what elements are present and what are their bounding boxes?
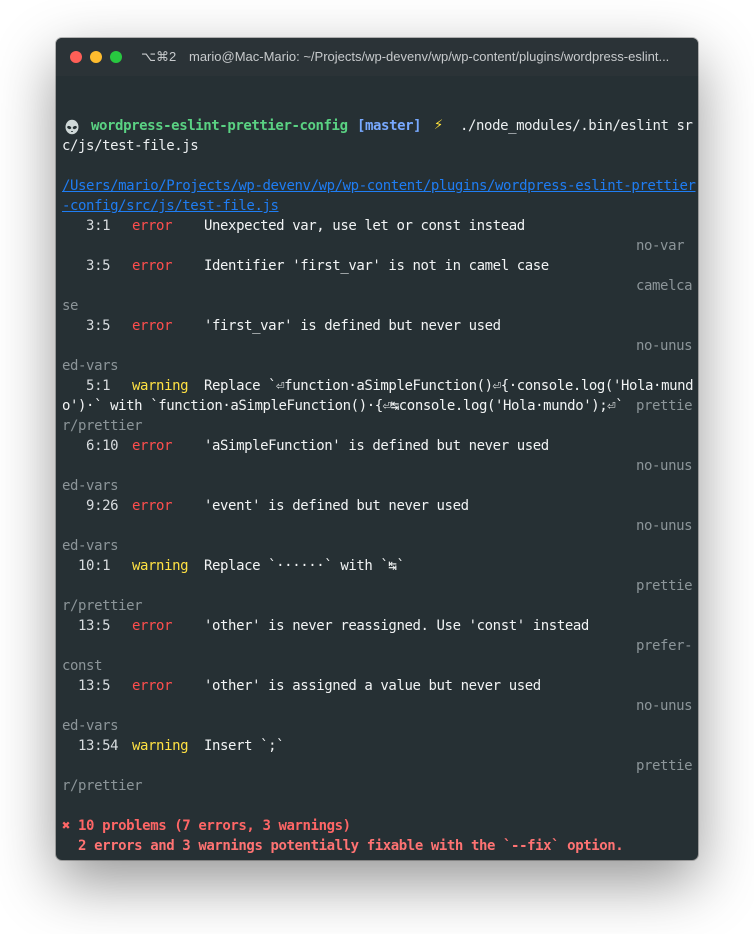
problem-message: 'event' is defined but never used — [204, 498, 469, 514]
prompt-branch: [master] — [357, 118, 422, 134]
problem-message: 'other' is assigned a value but never us… — [204, 678, 541, 694]
problem-position: 13:54 — [62, 738, 119, 754]
problem-rule: no-var — [636, 238, 685, 254]
fixable-note: 2 errors and 3 warnings potentially fixa… — [62, 838, 624, 854]
file-path-link[interactable]: /Users/mario/Projects/wp-devenv/wp/wp-co… — [62, 176, 696, 196]
problem-message: 'other' is never reassigned. Use 'const'… — [204, 618, 589, 634]
problem-rule: camelca — [636, 278, 693, 294]
problem-position: 3:1 — [62, 218, 111, 234]
close-window-button[interactable] — [70, 51, 82, 63]
problem-rule: prettie — [636, 398, 693, 414]
terminal-window: ⌥⌘2 mario@Mac-Mario: ~/Projects/wp-deven… — [56, 38, 698, 860]
problem-rule: prettie — [636, 578, 693, 594]
problem-message: Insert `;` — [204, 738, 285, 754]
lightning-icon: ⚡ — [434, 115, 444, 133]
window-shortcut: ⌥⌘2 — [141, 49, 177, 64]
problem-position: 13:5 — [62, 618, 111, 634]
problem-message: Replace `······` with `↹` — [204, 558, 405, 574]
problem-severity: warning — [132, 738, 189, 754]
summary-line: ✖ 10 problems (7 errors, 3 warnings) — [62, 818, 351, 834]
problem-message: 'aSimpleFunction' is defined but never u… — [204, 438, 549, 454]
problem-position: 5:1 — [62, 378, 111, 394]
problem-severity: error — [132, 438, 173, 454]
problem-message: Replace `⏎function·aSimpleFunction()⏎{·c… — [204, 378, 694, 394]
problem-rule: prefer- — [636, 638, 693, 654]
title-bar[interactable]: ⌥⌘2 mario@Mac-Mario: ~/Projects/wp-deven… — [56, 38, 698, 76]
prompt-project: wordpress-eslint-prettier-config — [91, 118, 348, 134]
problem-rule-wrap: ed-vars — [62, 358, 119, 374]
problem-rule-wrap: ed-vars — [62, 538, 119, 554]
window-title: mario@Mac-Mario: ~/Projects/wp-devenv/wp… — [189, 49, 670, 64]
problem-rule-wrap: const — [62, 658, 103, 674]
problem-severity: error — [132, 318, 173, 334]
problem-rule-wrap: ed-vars — [62, 478, 119, 494]
minimize-window-button[interactable] — [90, 51, 102, 63]
problem-message: Unexpected var, use let or const instead — [204, 218, 525, 234]
problem-severity: warning — [132, 378, 189, 394]
file-path-link-wrap[interactable]: -config/src/js/test-file.js — [62, 196, 279, 216]
problem-position: 3:5 — [62, 258, 111, 274]
problem-severity: error — [132, 258, 173, 274]
problem-severity: error — [132, 218, 173, 234]
problem-severity: error — [132, 618, 173, 634]
zoom-window-button[interactable] — [110, 51, 122, 63]
problem-position: 13:5 — [62, 678, 111, 694]
problem-position: 9:26 — [62, 498, 119, 514]
problem-rule: no-unus — [636, 338, 693, 354]
problem-position: 3:5 — [62, 318, 111, 334]
problem-rule-wrap: r/prettier — [62, 418, 143, 434]
alien-icon — [65, 119, 79, 135]
problem-rule-wrap: r/prettier — [62, 598, 143, 614]
problem-severity: error — [132, 498, 173, 514]
problem-rule-wrap: r/prettier — [62, 778, 143, 794]
problem-rule: no-unus — [636, 698, 693, 714]
problem-rule: no-unus — [636, 518, 693, 534]
problem-position: 6:10 — [62, 438, 119, 454]
problem-rule: no-unus — [636, 458, 693, 474]
problem-message: 'first_var' is defined but never used — [204, 318, 501, 334]
problem-rule-wrap: se — [62, 298, 79, 314]
problem-message: Identifier 'first_var' is not in camel c… — [204, 258, 549, 274]
problem-severity: error — [132, 678, 173, 694]
command-line: ./node_modules/.bin/eslint sr — [460, 118, 693, 134]
problem-position: 10:1 — [62, 558, 111, 574]
problem-severity: warning — [132, 558, 189, 574]
problem-rule: prettie — [636, 758, 693, 774]
command-line-wrap: c/js/test-file.js — [62, 138, 199, 154]
problem-message-wrap: o')·` with `function·aSimpleFunction()·{… — [62, 398, 624, 414]
problem-rule-wrap: ed-vars — [62, 718, 119, 734]
terminal-output[interactable]: wordpress-eslint-prettier-config [master… — [62, 78, 696, 854]
